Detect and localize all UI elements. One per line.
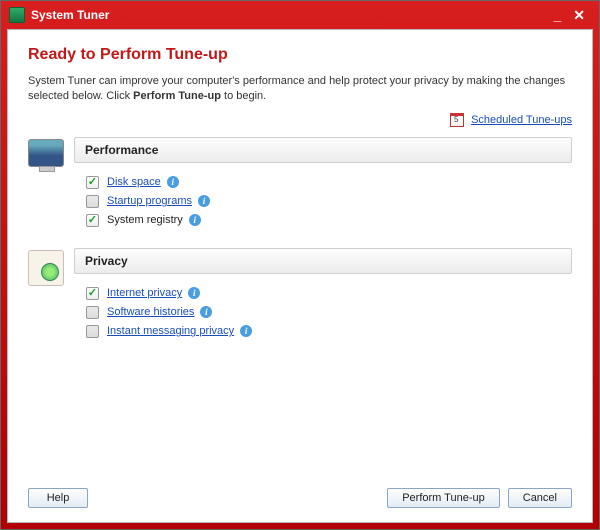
checkbox-software-histories[interactable] — [86, 306, 99, 319]
privacy-body: Privacy Internet privacy i Software hist… — [74, 248, 572, 341]
minimize-button[interactable]: _ — [547, 7, 567, 23]
content-pane: Ready to Perform Tune-up System Tuner ca… — [7, 29, 593, 523]
page-description: System Tuner can improve your computer's… — [28, 74, 572, 105]
info-icon[interactable]: i — [198, 195, 210, 207]
checkbox-startup-programs[interactable] — [86, 195, 99, 208]
spacer — [88, 488, 387, 508]
startup-programs-link[interactable]: Startup programs — [107, 195, 192, 207]
perf-item-registry: System registry i — [74, 211, 572, 230]
checkbox-disk-space[interactable] — [86, 176, 99, 189]
cancel-button[interactable]: Cancel — [508, 488, 572, 508]
priv-item-internet: Internet privacy i — [74, 284, 572, 303]
close-button[interactable]: ✕ — [567, 7, 591, 24]
privacy-header: Privacy — [74, 248, 572, 274]
privacy-icon — [28, 250, 64, 286]
help-button[interactable]: Help — [28, 488, 88, 508]
priv-item-im: Instant messaging privacy i — [74, 322, 572, 341]
system-registry-label: System registry — [107, 214, 183, 226]
app-window: System Tuner _ ✕ Ready to Perform Tune-u… — [0, 0, 600, 530]
disk-space-link[interactable]: Disk space — [107, 176, 161, 188]
desc-part-a: System Tuner can improve your computer's… — [28, 75, 565, 102]
perf-item-disk-space: Disk space i — [74, 173, 572, 192]
info-icon[interactable]: i — [167, 176, 179, 188]
checkbox-system-registry[interactable] — [86, 214, 99, 227]
desc-bold: Perform Tune-up — [133, 90, 221, 102]
checkbox-im-privacy[interactable] — [86, 325, 99, 338]
titlebar: System Tuner _ ✕ — [1, 1, 599, 29]
performance-section: Performance Disk space i Startup program… — [28, 137, 572, 230]
info-icon[interactable]: i — [240, 325, 252, 337]
info-icon[interactable]: i — [200, 306, 212, 318]
info-icon[interactable]: i — [189, 214, 201, 226]
button-row: Help Perform Tune-up Cancel — [28, 488, 572, 508]
window-title: System Tuner — [31, 8, 547, 22]
scheduled-tuneups-link[interactable]: Scheduled Tune-ups — [471, 114, 572, 126]
im-privacy-link[interactable]: Instant messaging privacy — [107, 325, 234, 337]
page-heading: Ready to Perform Tune-up — [28, 46, 572, 64]
desc-part-b: to begin. — [221, 90, 266, 102]
performance-header: Performance — [74, 137, 572, 163]
calendar-icon — [450, 113, 464, 127]
monitor-icon — [28, 139, 64, 175]
privacy-section: Privacy Internet privacy i Software hist… — [28, 248, 572, 341]
perform-tuneup-button[interactable]: Perform Tune-up — [387, 488, 500, 508]
scheduled-row: Scheduled Tune-ups — [28, 113, 572, 127]
checkbox-internet-privacy[interactable] — [86, 287, 99, 300]
internet-privacy-link[interactable]: Internet privacy — [107, 287, 182, 299]
software-histories-link[interactable]: Software histories — [107, 306, 194, 318]
info-icon[interactable]: i — [188, 287, 200, 299]
app-icon — [9, 7, 25, 23]
performance-body: Performance Disk space i Startup program… — [74, 137, 572, 230]
priv-item-software: Software histories i — [74, 303, 572, 322]
perf-item-startup: Startup programs i — [74, 192, 572, 211]
